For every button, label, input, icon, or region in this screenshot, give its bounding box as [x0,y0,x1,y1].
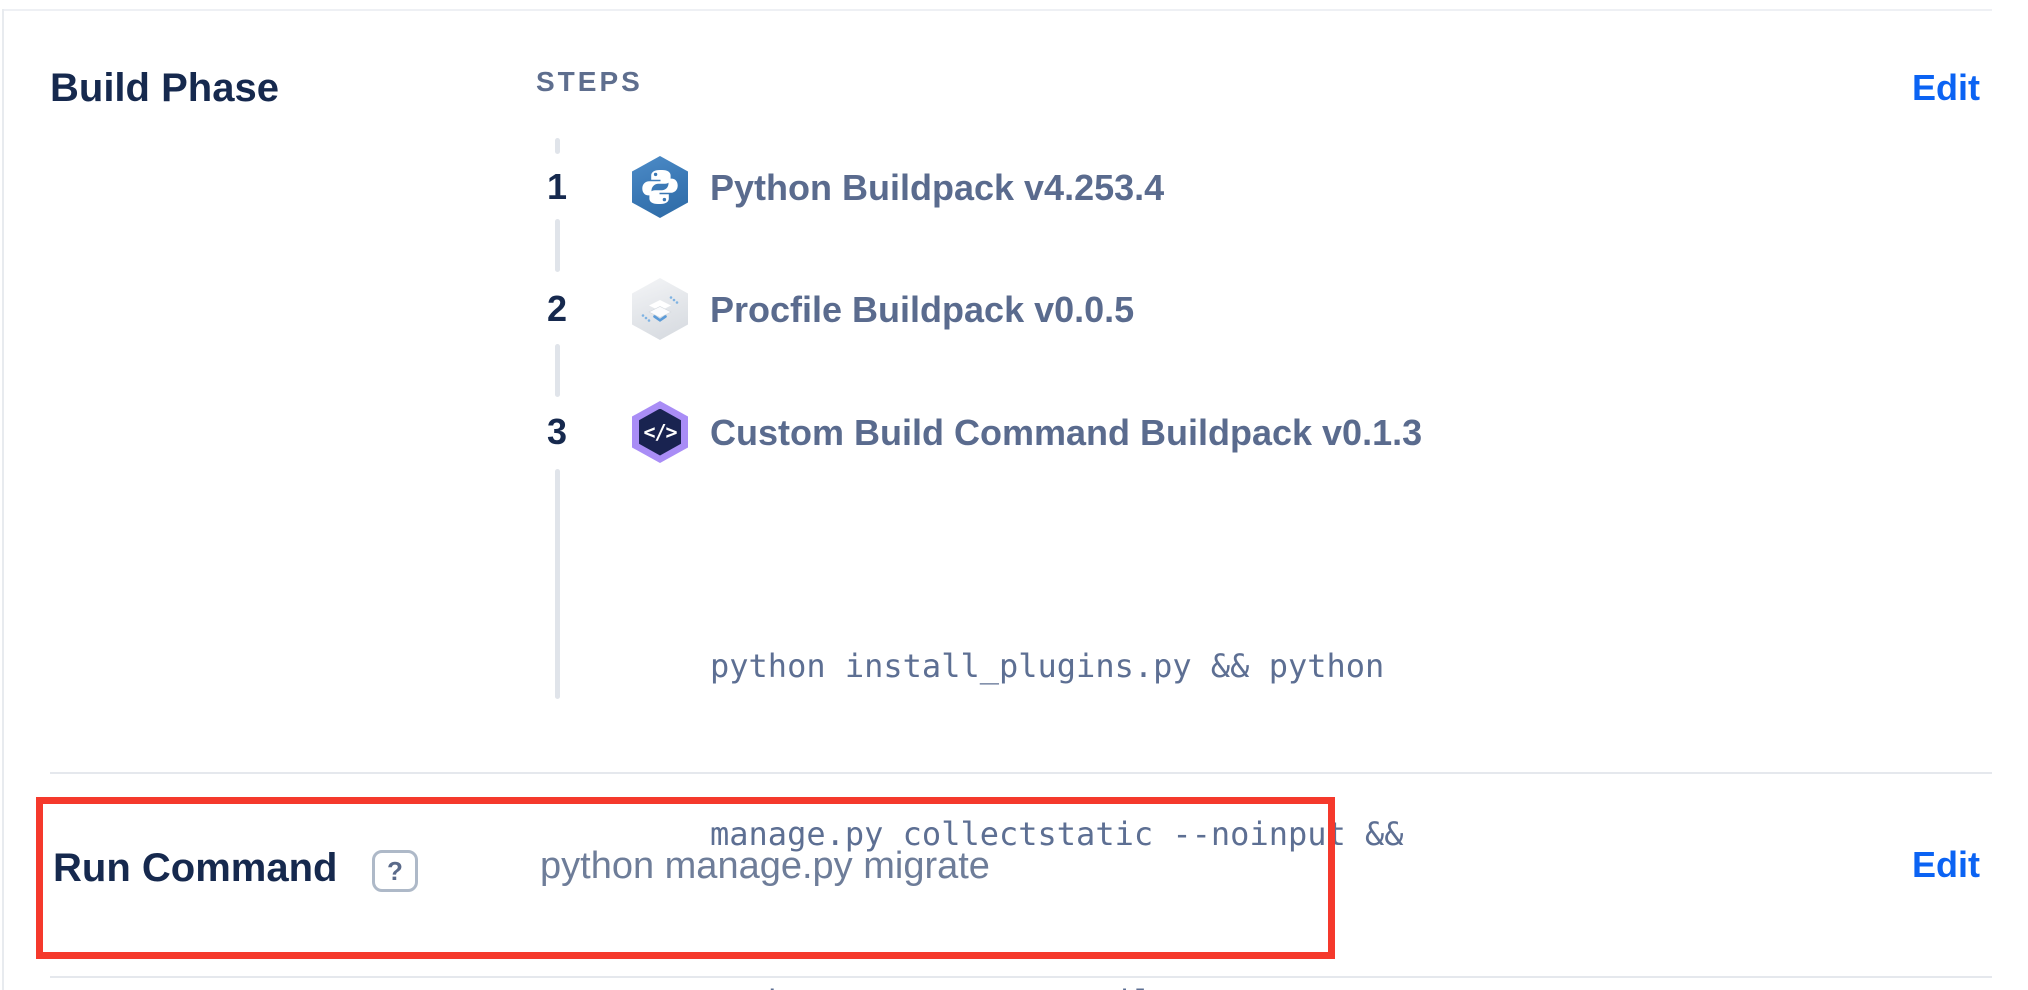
step-connector-line [555,138,560,154]
run-command-value: python manage.py migrate [540,845,990,887]
build-phase-title: Build Phase [50,66,279,110]
step-connector-line [555,344,560,397]
code-brackets-icon: </> [643,420,676,444]
procfile-cube-icon [636,285,684,333]
card-top-border [2,9,1992,11]
bottom-divider [50,976,1992,978]
help-icon-glyph: ? [387,856,403,887]
step-2-number: 2 [536,288,578,330]
python-logo-icon [636,163,684,211]
command-line-1: python install_plugins.py && python [710,638,1404,694]
step-1-label: Python Buildpack v4.253.4 [710,167,1164,209]
procfile-buildpack-icon [632,278,688,340]
help-icon[interactable]: ? [372,850,418,892]
build-settings-panel: Build Phase STEPS Edit 1 Python Buildpac… [0,0,2028,990]
steps-column-label: STEPS [536,66,643,98]
python-buildpack-icon [632,156,688,218]
section-divider [50,772,1992,774]
run-command-title: Run Command [53,846,337,890]
step-3-number: 3 [536,411,578,453]
run-command-edit-button[interactable]: Edit [1912,845,1980,885]
custom-build-command-buildpack-icon: </> [632,401,688,463]
build-phase-edit-button[interactable]: Edit [1912,68,1980,108]
step-connector-line [555,219,560,272]
step-3-label: Custom Build Command Buildpack v0.1.3 [710,412,1422,454]
card-left-border [2,9,4,990]
step-1-number: 1 [536,166,578,208]
step-2-label: Procfile Buildpack v0.0.5 [710,289,1134,331]
step-connector-line [555,469,560,699]
custom-build-command-text: python install_plugins.py && python mana… [710,526,1404,990]
